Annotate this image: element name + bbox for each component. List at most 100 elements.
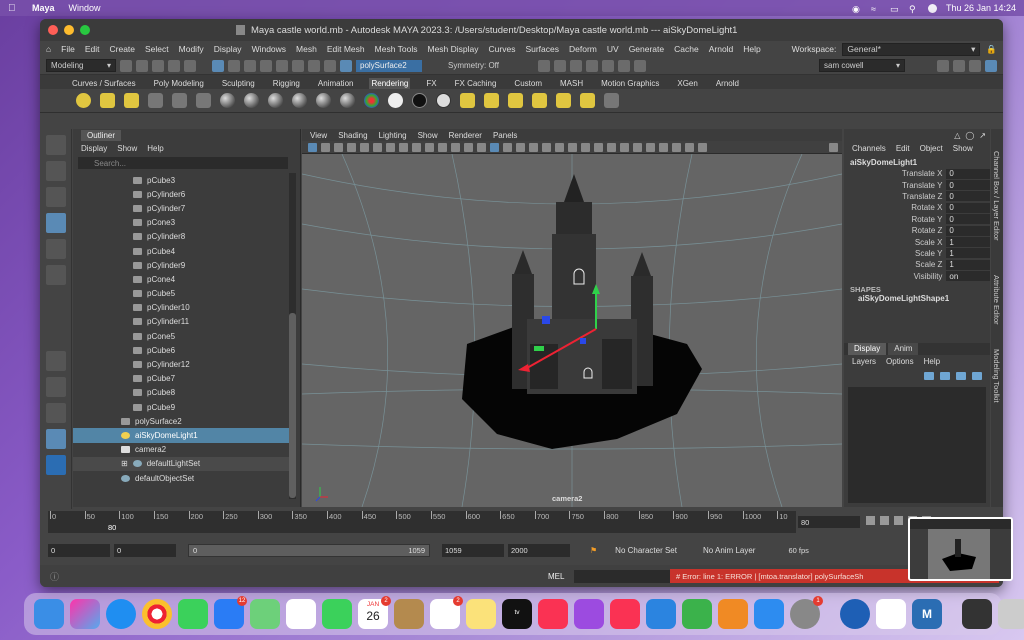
go-to-start-icon[interactable] xyxy=(866,516,875,525)
render-layer-icon[interactable] xyxy=(460,93,475,108)
menu-mesh[interactable]: Mesh xyxy=(296,44,317,54)
gate-mask-icon[interactable] xyxy=(425,142,434,152)
wireframe-on-shaded-icon[interactable] xyxy=(516,142,525,152)
lock-icon[interactable]: 🔒 xyxy=(986,44,997,55)
menu-windows[interactable]: Windows xyxy=(252,44,286,54)
outliner-item[interactable]: pCube5 xyxy=(73,287,289,301)
numbers-icon[interactable] xyxy=(682,599,712,629)
mac-clock[interactable]: Thu 26 Jan 14:24 xyxy=(946,3,1016,13)
siri-icon[interactable] xyxy=(927,3,937,13)
manipulator-z-handle[interactable] xyxy=(542,316,550,324)
recent-window-icon[interactable] xyxy=(962,599,992,629)
layer-menu-layers[interactable]: Layers xyxy=(852,357,876,366)
acrobat-icon[interactable] xyxy=(876,599,906,629)
render-current-frame-icon[interactable] xyxy=(554,59,566,72)
maya-logo-icon[interactable] xyxy=(46,455,66,475)
target-icon[interactable] xyxy=(604,93,619,108)
bookmark-icon[interactable] xyxy=(334,142,343,152)
notes-icon[interactable] xyxy=(466,599,496,629)
attr-row[interactable]: Rotate X0 xyxy=(844,202,990,213)
hypershade-shelf-icon[interactable] xyxy=(580,93,595,108)
shelf-tab-custom[interactable]: Custom xyxy=(512,78,544,89)
side-tab-attribute-editor[interactable]: Attribute Editor xyxy=(992,275,1001,325)
wifi-icon[interactable]: ≈ xyxy=(871,4,881,14)
close-window-button[interactable] xyxy=(48,25,58,35)
shelf-tab-motion-graphics[interactable]: Motion Graphics xyxy=(599,78,661,89)
directional-light-icon[interactable] xyxy=(76,93,91,108)
viewport-menu-panels[interactable]: Panels xyxy=(493,131,517,140)
playback-start-field[interactable]: 0 xyxy=(114,543,176,557)
camera-attributes-icon[interactable] xyxy=(321,142,330,152)
side-tab-modeling-toolkit[interactable]: Modeling Toolkit xyxy=(992,349,1001,403)
channel-box-help-icon[interactable]: ◯ xyxy=(965,131,974,140)
anti-aliasing-icon[interactable] xyxy=(594,142,603,152)
mac-menu-window[interactable]: Window xyxy=(69,3,101,13)
color-management-icon[interactable] xyxy=(698,142,707,152)
outliner-item[interactable]: pCube9 xyxy=(73,400,289,414)
select-camera-icon[interactable] xyxy=(308,142,317,152)
undo-icon[interactable] xyxy=(168,59,180,72)
snap-surface-icon[interactable] xyxy=(324,59,336,72)
keynote-icon[interactable] xyxy=(646,599,676,629)
current-frame-field[interactable]: 80 xyxy=(798,516,860,528)
snap-point-icon[interactable] xyxy=(292,59,304,72)
xray-active-icon[interactable] xyxy=(659,142,668,152)
select-by-component-icon[interactable] xyxy=(244,59,256,72)
outliner-search-input[interactable]: Search... xyxy=(78,157,288,169)
area-light-icon[interactable] xyxy=(148,93,163,108)
light-editor-icon[interactable] xyxy=(556,93,571,108)
perspective-outliner-layout-icon[interactable] xyxy=(46,403,66,423)
calendar-icon[interactable]: JAN 26 2 xyxy=(358,596,391,629)
textured-icon[interactable] xyxy=(529,142,538,152)
menu-mesh-tools[interactable]: Mesh Tools xyxy=(375,44,418,54)
pages-icon[interactable] xyxy=(718,599,748,629)
control-center-icon[interactable]: ◉ xyxy=(852,4,862,14)
channel-box-icon[interactable] xyxy=(985,59,997,72)
single-perspective-layout-icon[interactable] xyxy=(46,351,66,371)
attr-row[interactable]: Scale X1 xyxy=(844,236,990,248)
finder-icon[interactable] xyxy=(34,599,64,629)
layer-tab-anim[interactable]: Anim xyxy=(888,343,919,355)
move-layer-down-icon[interactable] xyxy=(940,372,950,380)
user-account-dropdown[interactable]: sam cowell ▾ xyxy=(819,59,905,72)
menu-edit[interactable]: Edit xyxy=(85,44,100,54)
attr-value-field[interactable]: 1 xyxy=(946,248,990,259)
attr-row[interactable]: Translate Y0 xyxy=(844,179,990,191)
menu-create[interactable]: Create xyxy=(110,44,136,54)
new-scene-icon[interactable] xyxy=(120,59,132,72)
command-language-label[interactable]: MEL xyxy=(548,572,574,581)
reminders-icon[interactable]: 2 xyxy=(430,596,463,629)
channel-menu-channels[interactable]: Channels xyxy=(852,144,886,153)
select-by-hierarchy-icon[interactable] xyxy=(212,59,224,72)
attr-value-field[interactable]: 0 xyxy=(946,214,990,225)
shadows-icon[interactable] xyxy=(555,142,564,152)
trash-icon[interactable] xyxy=(998,599,1024,629)
mac-app-name[interactable]: Maya xyxy=(32,3,55,13)
render-view-icon[interactable] xyxy=(618,59,630,72)
layer-menu-options[interactable]: Options xyxy=(886,357,914,366)
render-sequence-icon[interactable] xyxy=(484,93,499,108)
outliner-layout-icon[interactable] xyxy=(46,429,66,449)
shelf-tab-animation[interactable]: Animation xyxy=(316,78,356,89)
volume-light-icon[interactable] xyxy=(172,93,187,108)
attr-row[interactable]: Visibility on xyxy=(844,271,990,282)
outliner-item[interactable]: pCylinder12 xyxy=(73,357,289,371)
playback-end-field[interactable]: 1059 xyxy=(442,543,504,557)
shelf-tab-fx-caching[interactable]: FX Caching xyxy=(453,78,499,89)
ramp-shader-icon[interactable] xyxy=(364,93,379,108)
menu-uv[interactable]: UV xyxy=(607,44,619,54)
attribute-editor-icon[interactable] xyxy=(953,59,965,72)
step-back-key-icon[interactable] xyxy=(880,516,889,525)
home-icon[interactable]: ⌂ xyxy=(46,44,51,54)
redo-icon[interactable] xyxy=(184,59,196,72)
ambient-light-icon[interactable] xyxy=(196,93,211,108)
outliner-item[interactable]: defaultObjectSet xyxy=(73,471,289,485)
photos-icon[interactable] xyxy=(286,599,316,629)
outliner-menu-display[interactable]: Display xyxy=(81,144,107,153)
standard-surface-icon[interactable] xyxy=(292,93,307,108)
ambient-occlusion-icon[interactable] xyxy=(568,142,577,152)
phong-material-icon[interactable] xyxy=(268,93,283,108)
shelf-tab-xgen[interactable]: XGen xyxy=(675,78,699,89)
surface-shader-icon[interactable] xyxy=(412,93,427,108)
shape-name[interactable]: aiSkyDomeLightShape1 xyxy=(844,294,990,303)
